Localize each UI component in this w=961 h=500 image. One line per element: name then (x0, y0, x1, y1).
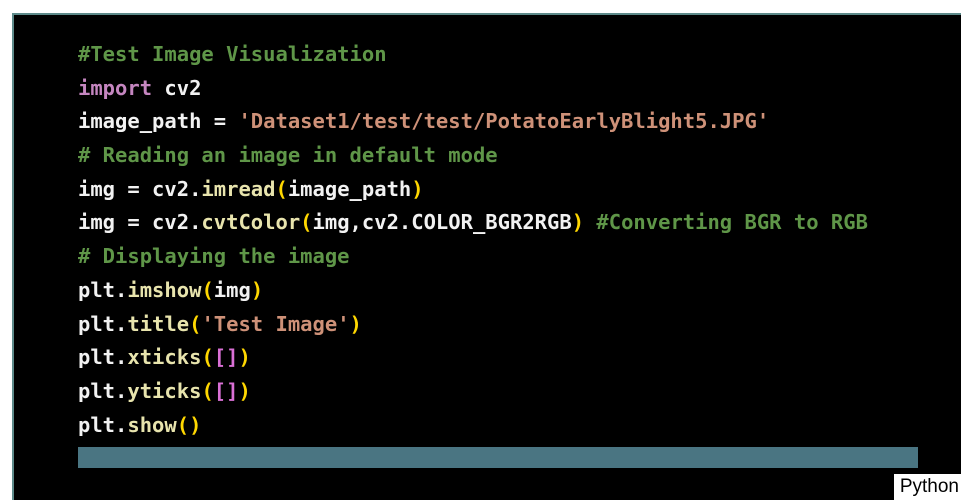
code-line: #Test Image Visualization (78, 38, 868, 72)
code-token-comment: #Test Image Visualization (78, 42, 387, 66)
code-token-keyword: import (78, 75, 153, 100)
code-token-text: image_path = (78, 109, 239, 134)
code-token-func: show (127, 412, 177, 437)
code-line: plt.xticks([]) (78, 341, 868, 375)
code-token-paren: ( (275, 176, 288, 201)
code-token-text: plt. (78, 378, 128, 403)
code-token-text: plt. (78, 412, 128, 437)
code-cell[interactable]: #Test Image Visualization import cv2 image… (12, 13, 961, 500)
code-line: plt.show() (78, 409, 868, 443)
code-token-func: yticks (127, 378, 202, 403)
code-token-paren: ) (238, 378, 251, 403)
code-token-paren: ) (250, 277, 264, 302)
code-token-func: cvtColor (201, 210, 301, 235)
code-token-text: img = cv2. (78, 210, 202, 235)
code-token-comment: #Converting BGR to RGB (596, 210, 868, 235)
code-token-text: img = cv2. (78, 176, 202, 201)
code-line: # Displaying the image (78, 240, 868, 274)
code-token-func: xticks (127, 345, 202, 370)
code-token-paren: () (176, 412, 202, 437)
code-token-string: 'Dataset1/test/test/PotatoEarlyBlight5.J… (238, 109, 770, 134)
code-line: plt.title('Test Image') (78, 308, 868, 342)
code-token-bracket: [] (213, 345, 239, 370)
code-token-paren: ) (411, 176, 424, 201)
code-token-func: title (127, 311, 190, 336)
code-token-bracket: [] (213, 378, 239, 403)
code-token-comment: # Displaying the image (78, 244, 350, 269)
horizontal-scrollbar[interactable] (78, 447, 918, 468)
code-token-paren: ( (189, 311, 202, 336)
code-token-func: imshow (127, 277, 202, 302)
code-token-paren: ( (201, 277, 214, 302)
code-token-string: 'Test Image' (201, 311, 350, 336)
code-line: plt.imshow(img) (78, 274, 868, 308)
code-token-paren: ) (571, 210, 585, 235)
code-line: plt.yticks([]) (78, 375, 868, 409)
code-token-text: img,cv2.COLOR_BGR2RGB (312, 210, 572, 235)
code-token-paren: ) (238, 345, 251, 370)
code-token-func: imread (201, 176, 276, 201)
code-token-text: image_path (287, 176, 412, 201)
code-token-text: img (213, 277, 251, 302)
code-token-text: cv2 (152, 75, 202, 100)
code-token-paren: ( (300, 210, 313, 235)
code-token-paren: ( (201, 378, 214, 403)
code-editor[interactable]: #Test Image Visualization import cv2 image… (78, 38, 868, 442)
code-token-paren: ) (349, 311, 362, 336)
code-line: img = cv2.imread(image_path) (78, 173, 868, 207)
code-line: import cv2 (78, 72, 868, 106)
code-token-text: plt. (78, 345, 128, 370)
code-token-text: plt. (78, 311, 128, 336)
code-line: image_path = 'Dataset1/test/test/PotatoE… (78, 105, 868, 139)
language-label: Python (893, 474, 961, 500)
code-line: img = cv2.cvtColor(img,cv2.COLOR_BGR2RGB… (78, 206, 868, 240)
code-token-paren: ( (201, 345, 214, 370)
code-token-text: plt. (78, 277, 128, 302)
code-token-comment: # Reading an image in default mode (78, 143, 498, 168)
code-line: # Reading an image in default mode (78, 139, 868, 173)
